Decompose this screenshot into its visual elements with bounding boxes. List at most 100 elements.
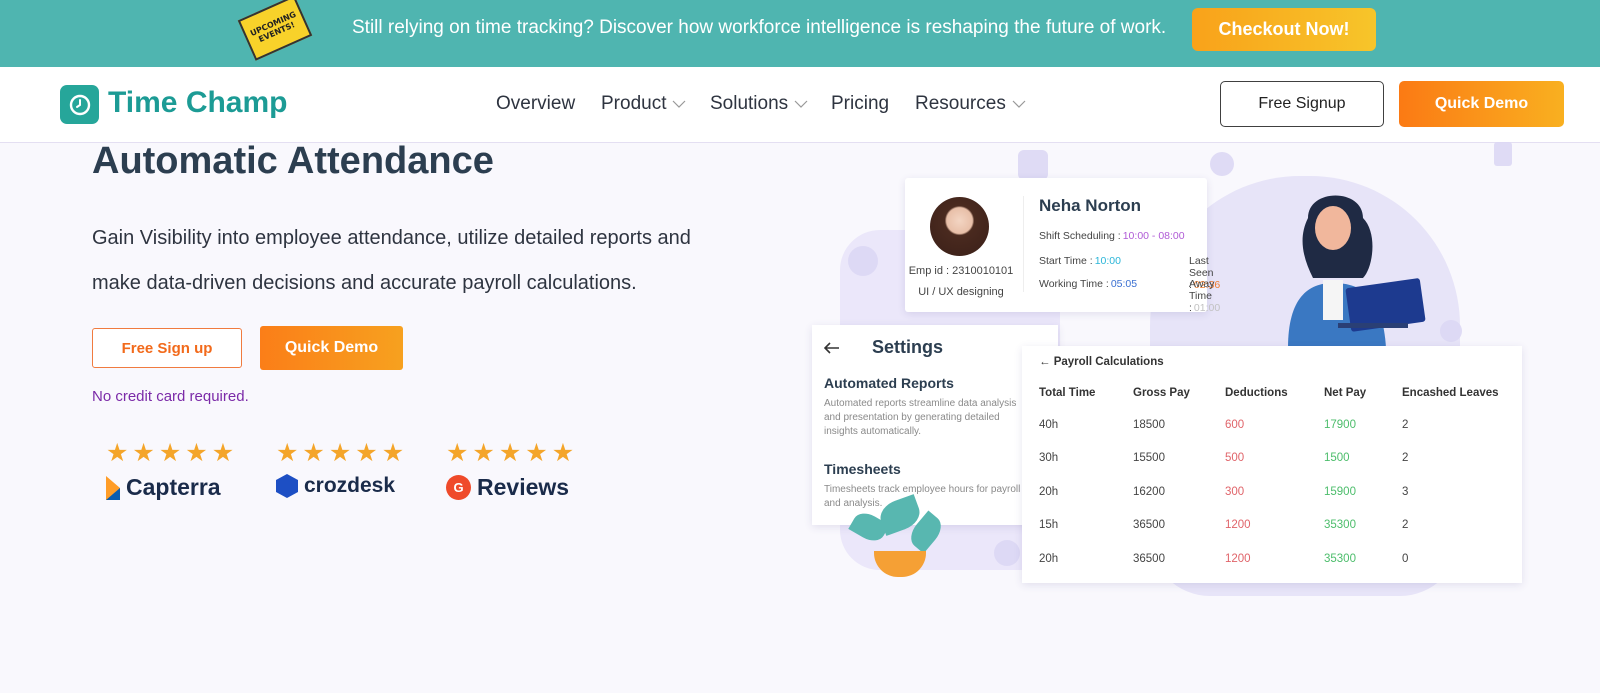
g2-logo-icon: G — [446, 475, 471, 500]
main-nav: Time Champ Overview Product Solutions Pr… — [0, 67, 1600, 143]
camera-icon — [1018, 150, 1048, 180]
table-cell: 30h — [1039, 452, 1059, 465]
table-cell: 300 — [1225, 485, 1245, 498]
upcoming-events-label: UPCOMING EVENTS! — [248, 9, 298, 45]
table-cell: 18500 — [1133, 418, 1165, 431]
table-cell: 35300 — [1324, 552, 1356, 565]
no-credit-note: No credit card required. — [92, 388, 249, 405]
timesheets-text: Timesheets track employee hours for payr… — [824, 484, 1021, 509]
table-cell: 36500 — [1133, 552, 1165, 565]
chat-bubble-icon — [848, 246, 878, 276]
payroll-title: ← Payroll Calculations — [1039, 356, 1164, 368]
announcement-bar: UPCOMING EVENTS! Still relying on time t… — [0, 0, 1600, 67]
crozdesk-rating[interactable]: ★ ★ ★ ★ ★ crozdesk — [276, 438, 426, 498]
table-cell: 500 — [1225, 452, 1245, 465]
settings-title: Settings — [872, 337, 944, 357]
payroll-calculations-panel: ← Payroll Calculations Total Time Gross … — [1022, 346, 1522, 583]
rating-stars: ★ ★ ★ ★ ★ — [276, 439, 405, 467]
nav-solutions-label: Solutions — [710, 93, 789, 114]
nav-product[interactable]: Product — [601, 93, 686, 115]
shift-value: 10:00 - 08:00 — [1122, 230, 1185, 242]
nav-pricing-label: Pricing — [831, 93, 890, 114]
nav-overview[interactable]: Overview — [496, 93, 575, 115]
crozdesk-logo-icon — [276, 474, 298, 498]
shift-scheduling: Shift Scheduling :10:00 - 08:00 — [1039, 230, 1185, 242]
column-header: Net Pay — [1324, 387, 1367, 399]
back-arrow-icon[interactable]: ← — [1039, 356, 1051, 368]
table-cell: 2 — [1402, 452, 1409, 465]
start-time: Start Time :10:00 — [1039, 255, 1121, 267]
hero-quick-demo-button[interactable]: Quick Demo — [260, 326, 403, 370]
timesheets-title: Timesheets — [824, 461, 901, 477]
g2-rating[interactable]: ★ ★ ★ ★ ★ G Reviews — [446, 438, 596, 501]
avatar — [930, 197, 989, 256]
employee-id: Emp id : 2310010101 — [908, 265, 1014, 277]
table-cell: 1200 — [1225, 552, 1251, 565]
table-header-row: Total Time Gross Pay Deductions Net Pay … — [1039, 378, 1512, 408]
g2-reviews-label: Reviews — [477, 474, 570, 500]
away-time: Away Time :01:00 — [1189, 278, 1220, 314]
checkout-now-button[interactable]: Checkout Now! — [1192, 8, 1376, 51]
shift-label: Shift Scheduling : — [1039, 230, 1121, 242]
automated-reports-title: Automated Reports — [824, 375, 954, 391]
table-cell: 15h — [1039, 519, 1059, 532]
nav-solutions[interactable]: Solutions — [710, 93, 808, 115]
employee-profile-card: Emp id : 2310010101 UI / UX designing Ne… — [905, 178, 1220, 314]
hero-free-signup-button[interactable]: Free Sign up — [92, 328, 242, 368]
table-cell: 600 — [1225, 418, 1245, 431]
person-with-laptop-illustration — [1288, 195, 1426, 348]
brand-name[interactable]: Time Champ — [108, 86, 288, 120]
nav-resources[interactable]: Resources — [915, 93, 1026, 115]
quick-demo-button[interactable]: Quick Demo — [1399, 81, 1564, 127]
table-row: 20h 36500 1200 35300 0 — [1039, 542, 1512, 576]
profile-divider — [1023, 196, 1024, 292]
column-header: Gross Pay — [1133, 387, 1190, 399]
employee-role: UI / UX designing — [918, 286, 1004, 298]
location-pin-icon — [1440, 320, 1462, 342]
table-cell: 20h — [1039, 485, 1059, 498]
capterra-logo-icon — [106, 475, 120, 500]
table-row: 20h 16200 300 15900 3 — [1039, 475, 1512, 509]
start-value: 10:00 — [1094, 255, 1121, 267]
table-row: 30h 15500 500 1500 2 — [1039, 442, 1512, 476]
rating-stars: ★ ★ ★ ★ ★ — [446, 439, 575, 467]
table-cell: 36500 — [1133, 519, 1165, 532]
table-cell: 20h — [1039, 552, 1059, 565]
table-cell: 16200 — [1133, 485, 1165, 498]
table-cell: 17900 — [1324, 418, 1356, 431]
phone-icon — [994, 540, 1020, 566]
working-label: Working Time : — [1039, 278, 1109, 290]
payroll-table: Total Time Gross Pay Deductions Net Pay … — [1039, 378, 1512, 576]
chevron-down-icon — [794, 100, 808, 108]
nav-product-label: Product — [601, 93, 667, 114]
upcoming-events-badge[interactable]: UPCOMING EVENTS! — [237, 0, 313, 61]
table-cell: 0 — [1402, 552, 1409, 565]
back-arrow-icon[interactable] — [824, 341, 840, 354]
table-cell: 1200 — [1225, 519, 1251, 532]
nav-overview-label: Overview — [496, 93, 576, 114]
table-cell: 40h — [1039, 418, 1059, 431]
nav-resources-label: Resources — [915, 93, 1006, 114]
table-cell: 1500 — [1324, 452, 1350, 465]
column-header: Deductions — [1225, 387, 1288, 399]
start-label: Start Time : — [1039, 255, 1093, 267]
free-signup-button[interactable]: Free Signup — [1220, 81, 1384, 127]
time-champ-logo-icon[interactable] — [60, 85, 99, 124]
target-icon — [1210, 152, 1234, 176]
chevron-down-icon — [1012, 100, 1026, 108]
column-header: Total Time — [1039, 387, 1096, 399]
table-row: 15h 36500 1200 35300 2 — [1039, 509, 1512, 543]
table-cell: 35300 — [1324, 519, 1356, 532]
table-row: 40h 18500 600 17900 2 — [1039, 408, 1512, 442]
table-cell: 2 — [1402, 418, 1409, 431]
table-cell: 15500 — [1133, 452, 1165, 465]
nav-pricing[interactable]: Pricing — [831, 93, 889, 115]
away-value: 01:00 — [1193, 302, 1221, 314]
table-cell: 3 — [1402, 485, 1409, 498]
chevron-down-icon — [673, 100, 686, 108]
payroll-title-label: Payroll Calculations — [1053, 356, 1164, 368]
automated-reports-text: Automated reports streamline data analys… — [824, 398, 1017, 437]
capterra-rating[interactable]: ★ ★ ★ ★ ★ Capterra — [106, 438, 256, 501]
employee-name: Neha Norton — [1039, 196, 1141, 215]
plant-pot — [874, 551, 926, 577]
